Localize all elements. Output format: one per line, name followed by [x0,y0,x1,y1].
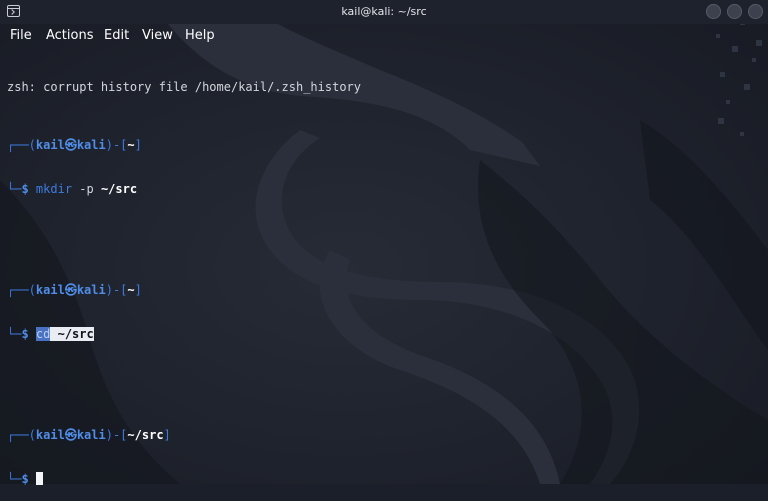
command-line-1: └─$ mkdir -p ~/src [7,181,138,196]
close-button[interactable] [748,4,763,19]
prompt-symbol: $ [21,181,29,196]
command-name-selected[interactable]: cd [35,326,51,341]
terminal-output[interactable]: zsh: corrupt history file /home/kail/.zs… [7,51,361,501]
menu-edit[interactable]: Edit [104,28,129,43]
menu-file[interactable]: File [10,28,32,43]
menu-view[interactable]: View [142,28,173,43]
prompt-dir: ~ [127,283,135,297]
text-cursor [35,471,43,485]
menu-bar: File Actions Edit View Help [0,24,768,48]
history-warning: zsh: corrupt history file /home/kail/.zs… [7,80,362,94]
prompt-at-symbol: ㉿ [64,138,77,152]
prompt-at-symbol: ㉿ [64,283,77,297]
window-titlebar[interactable]: kail@kali: ~/src [0,0,768,24]
prompt-at-symbol: ㉿ [64,428,77,442]
prompt-dir: ~ [127,138,135,152]
command-path: ~/src [100,181,138,196]
window-title: kail@kali: ~/src [341,5,427,18]
command-name: mkdir [35,181,73,196]
command-args-selected[interactable] [50,326,58,341]
prompt-line-1: ┌──(kail㉿kali)-[~] [7,138,142,152]
prompt-user: kail [35,283,65,297]
minimize-button[interactable] [706,4,721,19]
command-path-selected[interactable]: ~/src [57,326,94,341]
prompt-line-2: ┌──(kail㉿kali)-[~] [7,283,142,297]
command-line-2: └─$ cd ~/src [7,326,94,341]
menu-actions[interactable]: Actions [46,28,94,43]
prompt-host: kali [76,138,106,152]
prompt-user: kail [35,428,65,442]
prompt-line-3: ┌──(kail㉿kali)-[~/src] [7,428,171,442]
menu-help[interactable]: Help [185,28,215,43]
prompt-symbol: $ [21,326,29,341]
prompt-host: kali [76,283,106,297]
prompt-host: kali [76,428,106,442]
prompt-user: kail [35,138,65,152]
prompt-symbol: $ [21,471,29,486]
command-args: -p [72,181,101,196]
prompt-dir: ~/src [127,428,164,442]
maximize-button[interactable] [727,4,742,19]
